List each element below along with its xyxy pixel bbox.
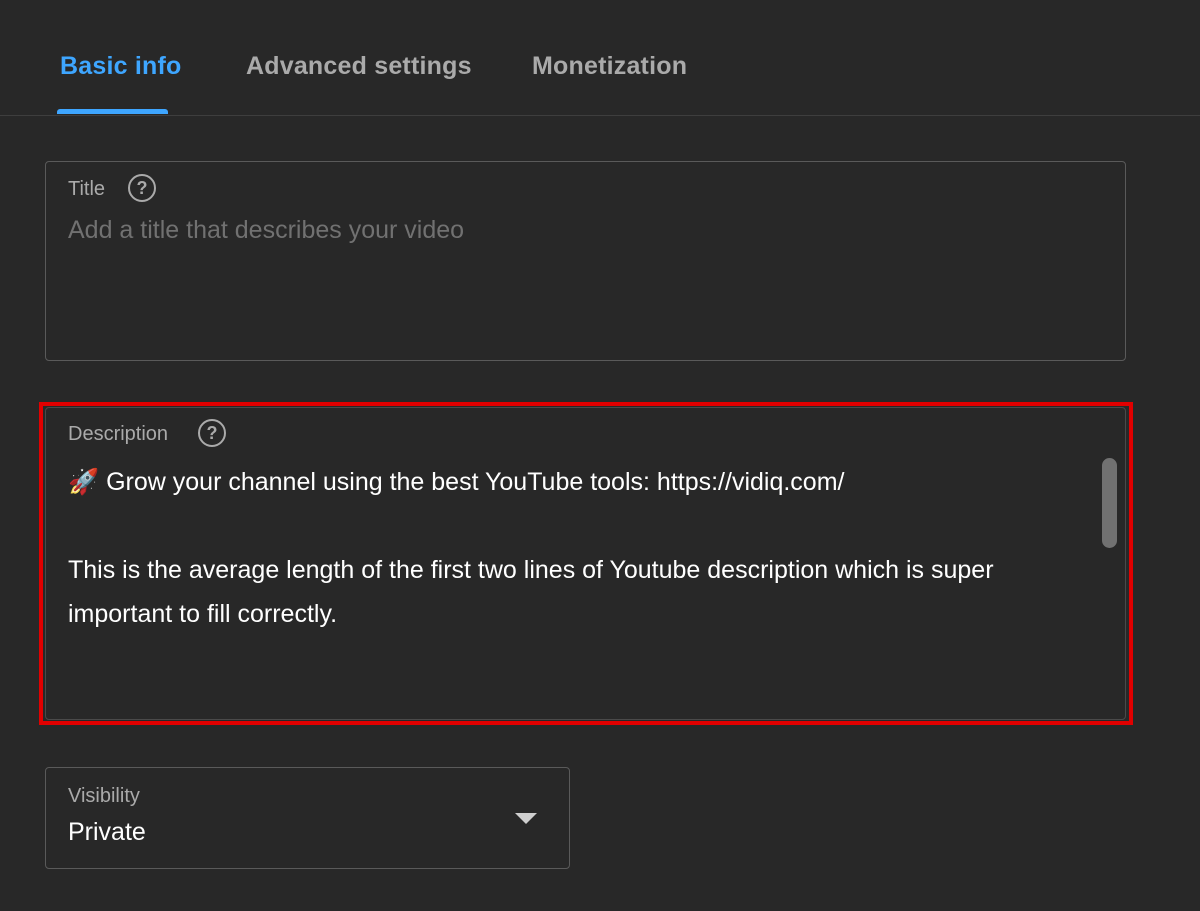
visibility-label: Visibility: [68, 785, 140, 807]
rocket-icon: 🚀: [68, 468, 100, 496]
description-field[interactable]: Description ? 🚀 Grow your channel using …: [45, 407, 1126, 720]
title-label: Title: [68, 178, 106, 200]
title-field[interactable]: Title ?: [45, 161, 1126, 361]
description-label: Description: [68, 423, 169, 445]
tab-bar: Basic info Advanced settings Monetizatio…: [0, 0, 1200, 116]
tab-advanced-settings[interactable]: Advanced settings: [246, 52, 472, 81]
description-body: This is the average length of the first …: [68, 556, 1001, 628]
tab-monetization[interactable]: Monetization: [532, 52, 687, 81]
title-input[interactable]: [68, 216, 1088, 245]
description-textarea[interactable]: 🚀 Grow your channel using the best YouTu…: [68, 460, 1068, 636]
tab-basic-info[interactable]: Basic info: [60, 52, 181, 81]
title-help-icon[interactable]: ?: [128, 174, 156, 202]
description-scrollbar[interactable]: [1102, 458, 1117, 548]
visibility-value: Private: [68, 818, 146, 846]
description-line-1: Grow your channel using the best YouTube…: [106, 468, 845, 496]
chevron-down-icon[interactable]: [515, 813, 537, 824]
active-tab-indicator: [57, 109, 168, 114]
visibility-dropdown[interactable]: Visibility Private: [45, 767, 570, 869]
description-help-icon[interactable]: ?: [198, 419, 226, 447]
